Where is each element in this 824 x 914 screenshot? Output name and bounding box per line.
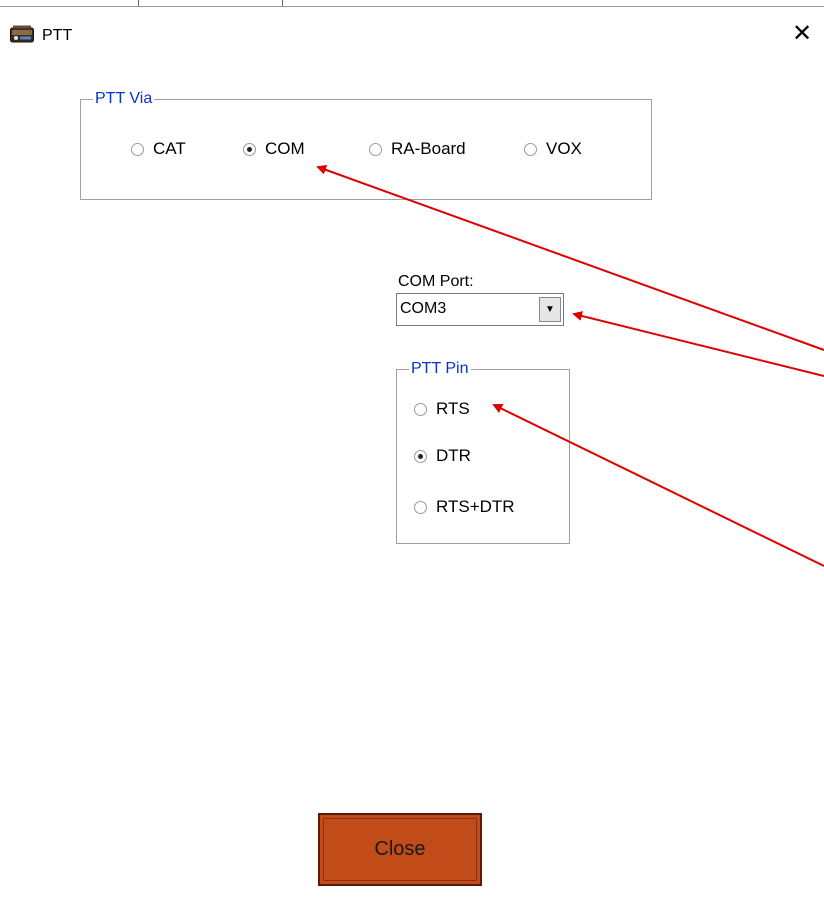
radio-ptt-pin-rts-dtr[interactable]: RTS+DTR <box>414 497 515 517</box>
radio-ptt-pin-dtr[interactable]: DTR <box>414 446 471 466</box>
radio-label: VOX <box>546 139 582 158</box>
radio-label: RA-Board <box>391 139 466 158</box>
radio-label: RTS <box>436 399 470 418</box>
radio-label: RTS+DTR <box>436 497 515 516</box>
radio-label: COM <box>265 139 305 158</box>
dropdown-arrow-icon[interactable]: ▼ <box>539 297 561 322</box>
radio-ptt-via-cat[interactable]: CAT <box>131 139 186 159</box>
title-bar: PTT ✕ <box>0 7 824 59</box>
radio-ptt-via-ra-board[interactable]: RA-Board <box>369 139 466 159</box>
ptt-pin-legend: PTT Pin <box>411 360 469 377</box>
close-icon[interactable]: ✕ <box>790 21 814 47</box>
window-title: PTT <box>42 27 73 44</box>
com-port-value: COM3 <box>400 300 447 317</box>
top-edge-tick <box>282 0 283 6</box>
top-edge-tick <box>138 0 139 6</box>
radio-button-checked-icon <box>243 142 256 156</box>
radio-button-icon <box>131 142 144 156</box>
radio-button-checked-icon <box>414 449 427 463</box>
radio-button-icon <box>414 402 427 416</box>
annotation-arrow-com-port <box>572 311 824 377</box>
close-button[interactable]: Close <box>318 813 482 886</box>
radio-label: CAT <box>153 139 186 158</box>
radio-button-icon <box>524 142 537 156</box>
com-port-select[interactable]: COM3 ▼ <box>396 293 564 326</box>
ptt-via-legend: PTT Via <box>95 90 153 107</box>
top-edge-strip <box>0 0 824 7</box>
radio-ptt-via-vox[interactable]: VOX <box>524 139 582 159</box>
com-port-label: COM Port: <box>398 273 474 290</box>
radio-ptt-pin-rts[interactable]: RTS <box>414 399 470 419</box>
radio-button-icon <box>414 500 427 514</box>
radio-label: DTR <box>436 446 471 465</box>
radio-ptt-via-com[interactable]: COM <box>243 139 305 159</box>
radio-app-icon <box>10 25 34 43</box>
radio-button-icon <box>369 142 382 156</box>
